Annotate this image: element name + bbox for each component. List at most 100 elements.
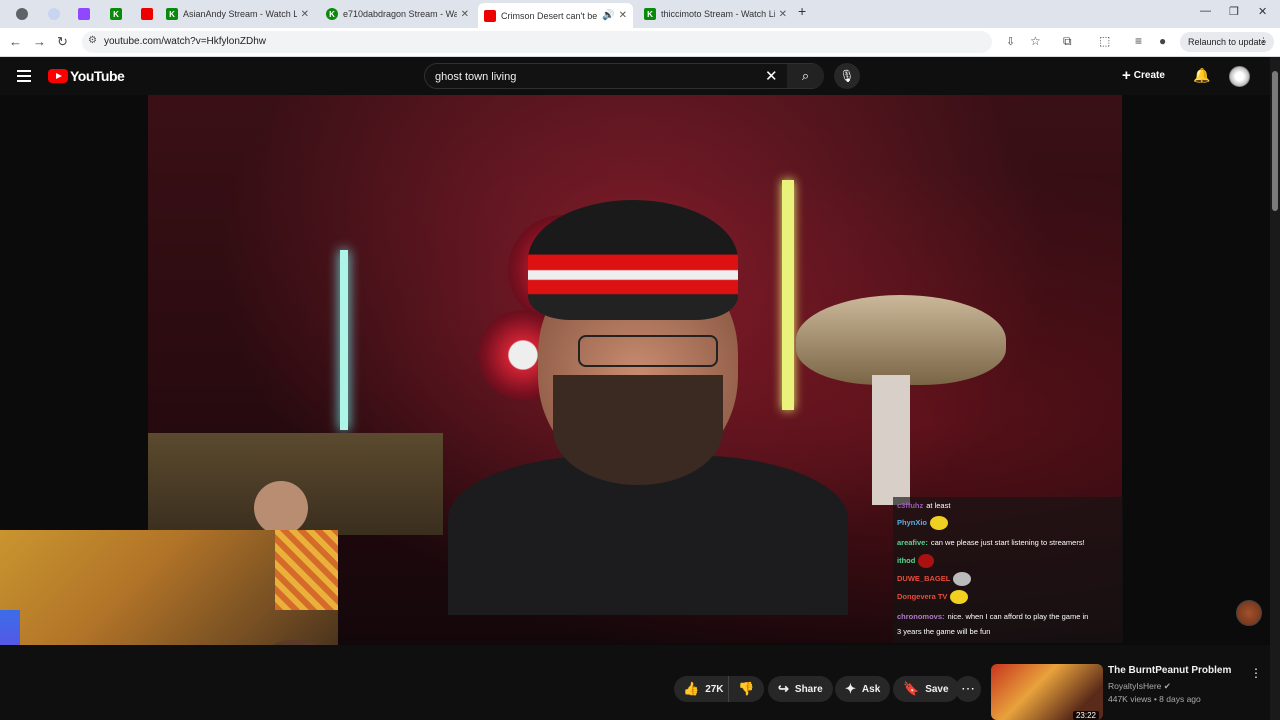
twitch-icon: [78, 8, 90, 20]
search-icon: ⌕: [801, 68, 810, 83]
site-info-icon[interactable]: ⚙: [88, 35, 97, 46]
thumbs-up-icon: 👍: [683, 681, 700, 696]
tab-chrome-settings[interactable]: [10, 3, 40, 25]
chat-message: chronomovs: nice. when I can afford to pl…: [897, 612, 1089, 621]
chat-message: 3 years the game will be fun: [897, 627, 991, 636]
address-bar[interactable]: ⚙ youtube.com/watch?v=HkfylonZDhw ⇩ ☆: [82, 31, 1041, 53]
tab-e710dabdragon[interactable]: K e710dabdragon Stream - Watch ✕: [320, 3, 475, 25]
more-horizontal-icon: ⋯: [961, 680, 975, 696]
youtube-icon: [484, 9, 496, 22]
back-icon[interactable]: ←: [9, 34, 22, 49]
forward-icon[interactable]: →: [33, 34, 46, 49]
chat-emote-icon: [953, 572, 972, 586]
tab-title: e710dabdragon Stream - Watch: [343, 9, 457, 19]
tab-asianandy[interactable]: K AsianAndy Stream - Watch Live ✕: [160, 3, 315, 25]
screenshot-icon[interactable]: ⬚: [1099, 34, 1110, 48]
page-scrollbar[interactable]: [1270, 57, 1280, 720]
like-count: 27K: [705, 683, 724, 695]
chat-message: c3ffuhz at least: [897, 501, 951, 510]
install-app-icon[interactable]: ⇩: [1006, 35, 1015, 48]
profile-icon[interactable]: ●: [1159, 34, 1166, 48]
bookmark-star-icon[interactable]: ☆: [1030, 34, 1041, 48]
like-dislike-group: 👍 27K 👎: [674, 676, 764, 702]
channel-watermark-avatar[interactable]: [1236, 600, 1262, 626]
voice-search-button[interactable]: 🎙: [834, 63, 860, 89]
search-input[interactable]: ghost town living: [435, 71, 516, 83]
mushroom-lamp: [796, 295, 1006, 385]
audio-playing-icon[interactable]: 🔊: [602, 10, 614, 21]
scrollbar-thumb[interactable]: [1272, 71, 1278, 211]
dislike-button[interactable]: 👎: [729, 681, 764, 697]
video-player[interactable]: c3ffuhz at least PhynXio areafive: can we …: [0, 95, 1270, 720]
kick-icon: K: [644, 8, 656, 20]
kick-icon: K: [110, 8, 122, 20]
tab-blank[interactable]: [42, 3, 72, 25]
recommended-channel[interactable]: RoyaltyIsHere ✔: [1108, 681, 1171, 692]
tab-twitch[interactable]: [72, 3, 102, 25]
new-tab-icon[interactable]: +: [798, 3, 806, 19]
youtube-icon: [141, 8, 153, 20]
ask-button[interactable]: ✦ Ask: [835, 676, 891, 702]
chat-message: Dongevera TV: [897, 590, 969, 604]
webcam-inset-top: [148, 433, 443, 535]
ask-label: Ask: [861, 683, 881, 695]
media-control-icon[interactable]: ≡: [1135, 34, 1142, 48]
youtube-logo[interactable]: YouTube: [48, 68, 125, 84]
more-actions-button[interactable]: ⋯: [955, 676, 981, 702]
save-button[interactable]: 🔖 Save: [893, 676, 959, 702]
tab-crimson-desert[interactable]: Crimson Desert can't be for 🔊 ✕: [478, 3, 633, 28]
close-tab-icon[interactable]: ✕: [779, 9, 787, 20]
youtube-play-icon: [48, 69, 68, 83]
create-label: Create: [1133, 70, 1165, 81]
relaunch-label: Relaunch to update: [1188, 37, 1267, 47]
reload-icon[interactable]: ↻: [57, 34, 68, 50]
chat-message: ithod: [897, 554, 935, 568]
chat-message: PhynXio: [897, 516, 949, 530]
clear-search-icon[interactable]: ✕: [765, 67, 778, 85]
recommended-menu-icon[interactable]: ⋮: [1250, 666, 1262, 680]
stream-chat-overlay: c3ffuhz at least PhynXio areafive: can we …: [893, 497, 1123, 643]
tab-title: thiccimoto Stream - Watch Live: [661, 9, 775, 19]
chat-message: DUWE_BAGEL: [897, 572, 972, 586]
menu-kebab-icon[interactable]: ⋮: [1259, 36, 1268, 47]
relaunch-button[interactable]: Relaunch to update ⋮: [1180, 32, 1274, 52]
recommended-meta: 447K views • 8 days ago: [1108, 694, 1201, 704]
create-button[interactable]: + Create: [1122, 67, 1165, 84]
tab-kick[interactable]: K: [104, 3, 134, 25]
chat-emote-icon: [950, 590, 969, 604]
like-button[interactable]: 👍 27K: [674, 676, 729, 702]
share-arrow-icon: ↪: [778, 681, 789, 696]
hamburger-menu-icon[interactable]: [17, 70, 31, 82]
microphone-icon: 🎙: [839, 69, 855, 83]
search-button[interactable]: ⌕: [787, 64, 824, 88]
browser-toolbar: ← → ↻ ⚙ youtube.com/watch?v=HkfylonZDhw …: [0, 28, 1280, 57]
notifications-bell-icon[interactable]: 🔔: [1193, 67, 1210, 84]
chrome-settings-icon: [16, 8, 28, 20]
blank-tab-icon: [48, 8, 60, 20]
tab-title: AsianAndy Stream - Watch Live: [183, 9, 297, 19]
youtube-header: YouTube ghost town living ✕ ⌕ 🎙 + Create …: [0, 57, 1280, 95]
sparkle-icon: ✦: [845, 681, 856, 696]
search-box[interactable]: ghost town living ✕ ⌕: [424, 63, 824, 89]
close-tab-icon[interactable]: ✕: [619, 10, 627, 21]
tab-thiccimoto[interactable]: K thiccimoto Stream - Watch Live ✕: [638, 3, 793, 25]
close-tab-icon[interactable]: ✕: [461, 9, 469, 20]
youtube-wordmark: YouTube: [70, 68, 125, 84]
share-button[interactable]: ↪ Share: [768, 676, 833, 702]
recommended-thumbnail[interactable]: 23:22: [991, 664, 1103, 720]
chat-emote-icon: [918, 554, 935, 568]
minimize-icon[interactable]: —: [1200, 5, 1211, 17]
mushroom-stem: [872, 375, 910, 505]
plus-icon: +: [1122, 67, 1131, 84]
video-duration: 23:22: [1072, 711, 1099, 720]
share-label: Share: [794, 683, 823, 695]
thumbs-down-icon: 👎: [738, 681, 755, 696]
close-tab-icon[interactable]: ✕: [301, 9, 309, 20]
extensions-icon[interactable]: ⧉: [1063, 34, 1072, 49]
recommended-title[interactable]: The BurntPeanut Problem: [1108, 665, 1231, 676]
account-avatar[interactable]: [1229, 66, 1250, 87]
streamer: [448, 200, 848, 615]
window-close-icon[interactable]: ✕: [1258, 5, 1267, 18]
url-text: youtube.com/watch?v=HkfylonZDhw: [104, 36, 267, 47]
restore-icon[interactable]: ❐: [1229, 5, 1239, 18]
